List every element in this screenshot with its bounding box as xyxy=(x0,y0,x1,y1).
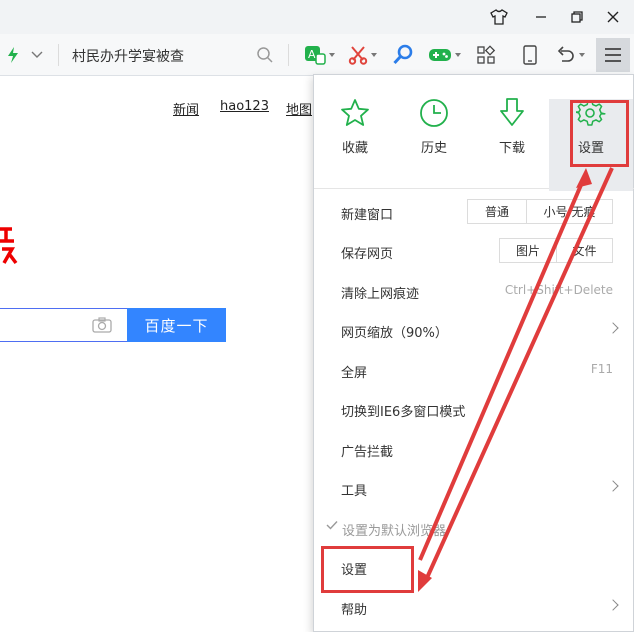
adblock-label: 广告拦截 xyxy=(341,445,394,460)
search-input[interactable] xyxy=(0,308,128,342)
menu-item-new-window[interactable]: 新建窗口 普通 小号/无痕 xyxy=(314,193,634,231)
find-icon[interactable] xyxy=(392,42,414,68)
phone-icon[interactable] xyxy=(522,42,538,68)
chevron-right-icon xyxy=(607,599,619,611)
star-icon xyxy=(341,99,369,126)
menu-item-zoom[interactable]: 网页缩放（90%） xyxy=(314,311,634,349)
clock-icon xyxy=(420,99,448,127)
new-window-label: 新建窗口 xyxy=(341,208,394,223)
menu-item-adblock[interactable]: 广告拦截 xyxy=(314,430,634,468)
menu-item-clear-traces[interactable]: 清除上网痕迹 Ctrl+Shift+Delete xyxy=(314,272,634,310)
search-button[interactable]: 百度一下 xyxy=(127,308,226,342)
zoom-label: 网页缩放（90%） xyxy=(341,326,448,341)
menu-item-ie6-mode[interactable]: 切换到IE6多窗口模式 xyxy=(314,390,634,428)
check-icon xyxy=(326,519,338,535)
save-as-image-button[interactable]: 图片 xyxy=(499,238,557,263)
translate-icon[interactable]: A xyxy=(304,42,335,68)
menu-item-default-browser[interactable]: 设置为默认浏览器 xyxy=(314,509,634,547)
history-label: 历史 xyxy=(420,141,447,156)
minimize-icon[interactable] xyxy=(528,4,554,30)
menu-item-tools[interactable]: 工具 xyxy=(314,469,634,507)
download-icon xyxy=(500,98,524,126)
fullscreen-label: 全屏 xyxy=(341,366,368,381)
skin-icon[interactable] xyxy=(486,4,512,30)
chevron-right-icon xyxy=(607,322,619,334)
screenshot-icon[interactable] xyxy=(348,42,377,68)
hamburger-icon xyxy=(605,48,621,62)
toolbar-divider xyxy=(58,44,59,66)
annotation-box-settings-icon xyxy=(570,100,629,167)
save-as-file-button[interactable]: 文件 xyxy=(556,238,613,263)
address-input[interactable]: 村民办升学宴被查 xyxy=(72,46,184,66)
save-page-label: 保存网页 xyxy=(341,247,394,262)
menu-item-save-page[interactable]: 保存网页 图片 文件 xyxy=(314,232,634,270)
camera-icon[interactable] xyxy=(92,317,112,337)
browser-toolbar: 村民办升学宴被查 A xyxy=(0,34,634,76)
downloads-button[interactable]: 下载 xyxy=(482,93,542,156)
search-icon[interactable] xyxy=(256,42,274,68)
restore-icon[interactable] xyxy=(564,4,590,30)
new-window-normal-button[interactable]: 普通 xyxy=(467,199,527,224)
annotation-box-settings-item xyxy=(321,546,414,593)
downloads-label: 下载 xyxy=(498,141,525,156)
toolbar-divider xyxy=(288,44,289,66)
clear-traces-shortcut: Ctrl+Shift+Delete xyxy=(504,283,613,297)
chevron-right-icon xyxy=(607,480,619,492)
undo-icon[interactable] xyxy=(556,42,585,68)
help-label: 帮助 xyxy=(341,603,368,618)
bookmarks-label: 收藏 xyxy=(341,141,368,156)
nav-link-map[interactable]: 地图 xyxy=(286,99,312,118)
default-browser-label: 设置为默认浏览器 xyxy=(342,524,447,539)
svg-text:A: A xyxy=(308,48,316,61)
title-bar xyxy=(0,0,634,34)
main-menu-button[interactable] xyxy=(596,38,630,72)
logo-fragment xyxy=(0,225,18,265)
nav-link-hao123[interactable]: hao123 xyxy=(220,99,269,114)
ie6-mode-label: 切换到IE6多窗口模式 xyxy=(341,405,466,420)
apps-icon[interactable] xyxy=(476,42,496,68)
chevron-down-icon[interactable] xyxy=(30,42,44,68)
fullscreen-shortcut: F11 xyxy=(590,362,613,376)
tools-label: 工具 xyxy=(341,484,368,499)
clear-traces-label: 清除上网痕迹 xyxy=(341,287,420,302)
menu-item-help[interactable]: 帮助 xyxy=(314,588,634,626)
menu-item-fullscreen[interactable]: 全屏 F11 xyxy=(314,351,634,389)
game-icon[interactable] xyxy=(428,42,461,68)
new-window-private-button[interactable]: 小号/无痕 xyxy=(526,199,613,224)
nav-link-news[interactable]: 新闻 xyxy=(173,99,199,118)
bookmarks-button[interactable]: 收藏 xyxy=(325,93,385,156)
history-button[interactable]: 历史 xyxy=(404,93,464,156)
speed-mode-icon[interactable] xyxy=(6,42,20,68)
close-icon[interactable] xyxy=(600,4,626,30)
